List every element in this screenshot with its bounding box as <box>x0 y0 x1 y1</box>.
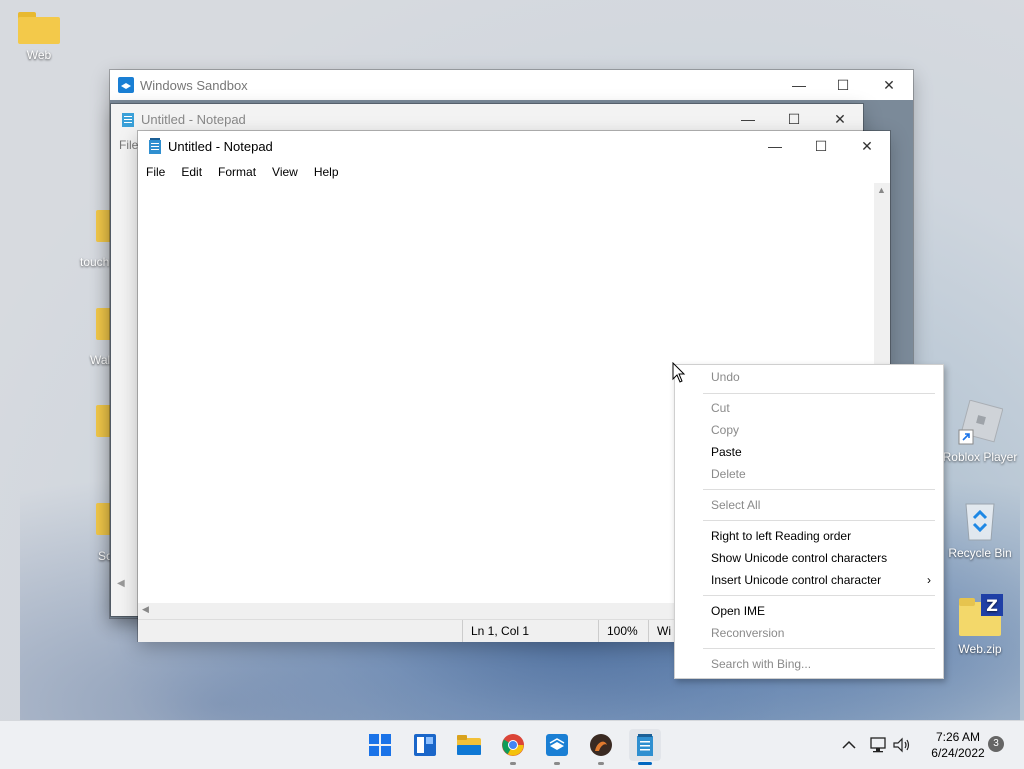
start-button[interactable] <box>364 729 396 761</box>
chevron-up-icon <box>842 740 856 749</box>
menu-item-reconversion[interactable]: Reconversion <box>711 623 784 643</box>
notepad-titlebar[interactable]: Untitled - Notepad — ☐ ✕ <box>138 131 890 161</box>
active-indicator <box>638 762 652 765</box>
sandbox-taskbar-button[interactable] <box>541 729 573 765</box>
file-explorer-button[interactable] <box>453 729 485 761</box>
folder-icon <box>96 308 110 340</box>
desktop-icon-webzip[interactable]: Z Web.zip <box>940 594 1020 656</box>
menu-edit[interactable]: Edit <box>181 165 202 179</box>
notepad-back-close-button[interactable]: ✕ <box>817 104 863 134</box>
menu-separator <box>703 648 935 649</box>
file-explorer-icon <box>457 735 481 755</box>
notepad-icon <box>149 138 161 154</box>
sandbox-minimize-button[interactable]: — <box>776 70 822 100</box>
menu-format[interactable]: Format <box>218 165 256 179</box>
menu-item-copy[interactable]: Copy <box>711 420 739 440</box>
notepad-back-titlebar[interactable]: Untitled - Notepad — ☐ ✕ <box>111 104 863 134</box>
app-taskbar-button[interactable] <box>585 729 617 765</box>
chevron-right-icon: › <box>927 573 931 587</box>
mouse-cursor-icon <box>672 362 686 383</box>
sandbox-maximize-button[interactable]: ☐ <box>820 70 866 100</box>
menu-item-paste[interactable]: Paste <box>711 442 742 462</box>
sandbox-icon <box>118 77 134 93</box>
notepad-icon <box>637 734 653 756</box>
start-icon <box>369 734 391 756</box>
network-icon <box>870 737 886 753</box>
notepad-back-menu-file[interactable]: File <box>119 138 138 152</box>
menu-separator <box>703 489 935 490</box>
taskbar: 7:26 AM 6/24/2022 <box>0 720 1024 769</box>
folder-icon <box>96 503 110 535</box>
notepad-title: Untitled - Notepad <box>168 138 273 154</box>
maximize-button[interactable]: ☐ <box>798 131 844 161</box>
status-position: Ln 1, Col 1 <box>462 620 601 642</box>
zip-folder-icon: Z <box>959 594 1003 636</box>
notepad-back-maximize-button[interactable]: ☐ <box>771 104 817 134</box>
desktop-icon-touch[interactable]: touch <box>80 255 109 269</box>
menu-separator <box>703 520 935 521</box>
clock-date: 6/24/2022 <box>931 746 985 760</box>
running-indicator <box>510 762 516 765</box>
notification-badge[interactable]: 3 <box>988 736 1004 752</box>
desktop-icon-label: Roblox Player <box>942 450 1018 464</box>
menu-item-search-bing[interactable]: Search with Bing... <box>711 654 811 674</box>
desktop-icon-label: Web <box>26 48 52 62</box>
app-icon <box>590 734 612 756</box>
svg-text:Z: Z <box>986 596 998 615</box>
menu-item-label: Insert Unicode control character <box>711 573 882 587</box>
menu-separator <box>703 393 935 394</box>
desktop-icon-web[interactable]: Web <box>2 12 76 62</box>
menu-separator <box>703 595 935 596</box>
clock-time: 7:26 AM <box>935 730 981 744</box>
close-button[interactable]: ✕ <box>844 131 890 161</box>
scroll-left-arrow-icon[interactable]: ◀ <box>142 604 149 615</box>
menu-item-insert-unicode[interactable]: Insert Unicode control character › <box>711 570 931 590</box>
menu-item-cut[interactable]: Cut <box>711 398 730 418</box>
desktop-icon-label: Recycle Bin <box>948 546 1012 560</box>
roblox-icon <box>958 400 1003 445</box>
notepad-back-minimize-button[interactable]: — <box>725 104 771 134</box>
folder-icon <box>96 210 110 242</box>
menu-item-undo[interactable]: Undo <box>711 367 740 387</box>
scroll-left-arrow-icon[interactable]: ◀ <box>117 578 125 589</box>
widgets-icon <box>414 734 436 756</box>
menu-item-delete[interactable]: Delete <box>711 464 746 484</box>
menu-item-show-unicode[interactable]: Show Unicode control characters <box>711 548 887 568</box>
sandbox-titlebar[interactable]: Windows Sandbox — ☐ ✕ <box>110 70 913 100</box>
menu-help[interactable]: Help <box>314 165 339 179</box>
scroll-up-arrow-icon[interactable]: ▲ <box>877 185 886 195</box>
sandbox-icon <box>546 734 568 756</box>
menu-item-open-ime[interactable]: Open IME <box>711 601 765 621</box>
folder-icon <box>96 405 110 437</box>
menu-item-select-all[interactable]: Select All <box>711 495 760 515</box>
sandbox-close-button[interactable]: ✕ <box>866 70 912 100</box>
sandbox-title: Windows Sandbox <box>140 77 248 93</box>
notepad-back-title: Untitled - Notepad <box>141 111 246 127</box>
widgets-button[interactable] <box>409 729 441 761</box>
volume-button[interactable] <box>892 721 912 769</box>
show-hidden-icons-button[interactable] <box>842 721 856 769</box>
chrome-button[interactable] <box>497 729 529 765</box>
menu-view[interactable]: View <box>272 165 298 179</box>
desktop-icon-label: Web.zip <box>958 642 1002 656</box>
clock[interactable]: 7:26 AM 6/24/2022 <box>918 729 998 761</box>
running-indicator <box>554 762 560 765</box>
folder-icon <box>18 12 60 44</box>
notepad-taskbar-button[interactable] <box>629 729 661 765</box>
network-button[interactable] <box>868 721 888 769</box>
context-menu: Undo Cut Copy Paste Delete Select All Ri… <box>674 364 944 679</box>
menu-file[interactable]: File <box>146 165 165 179</box>
minimize-button[interactable]: — <box>752 131 798 161</box>
speaker-icon <box>893 737 910 753</box>
recycle-bin-icon <box>965 503 995 541</box>
chrome-icon <box>502 734 524 756</box>
running-indicator <box>598 762 604 765</box>
desktop-icon-recycle-bin[interactable]: Recycle Bin <box>940 498 1020 560</box>
desktop-icon-roblox[interactable]: Roblox Player <box>940 400 1020 464</box>
desktop-icon-wal[interactable]: Wal <box>90 353 110 367</box>
menu-bar: File Edit Format View Help <box>138 161 890 184</box>
notepad-icon <box>122 113 134 127</box>
menu-item-rtl-reading-order[interactable]: Right to left Reading order <box>711 526 851 546</box>
